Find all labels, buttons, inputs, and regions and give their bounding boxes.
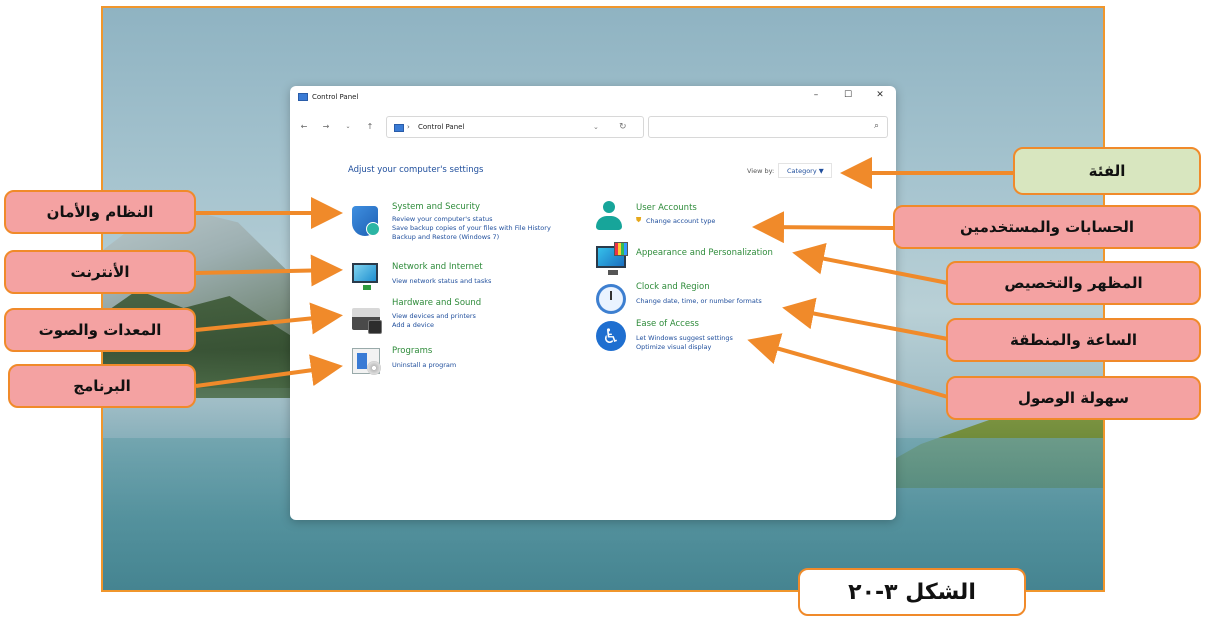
arrow-ease [747, 333, 949, 399]
callout-clock-region: الساعة والمنطقة [946, 318, 1201, 362]
callout-user-accounts: الحسابات والمستخدمين [893, 205, 1201, 249]
arrow-hardware [195, 302, 343, 335]
arrow-internet [195, 254, 343, 287]
arrow-clock [782, 297, 949, 341]
callout-internet: الأنترنت [4, 250, 196, 294]
callout-appearance: المظهر والتخصيص [946, 261, 1201, 305]
arrow-user-accounts [752, 211, 896, 244]
callout-programs: البرنامج [8, 364, 196, 408]
callout-category: الفئة [1013, 147, 1201, 195]
arrow-appearance [792, 242, 949, 285]
callout-hardware-sound: المعدات والصوت [4, 308, 196, 352]
arrow-programs [195, 354, 343, 388]
figure-caption: الشكل ٣-٢٠ [798, 568, 1026, 616]
callout-system-security: النظام والأمان [4, 190, 196, 234]
callout-ease-access: سهولة الوصول [946, 376, 1201, 420]
